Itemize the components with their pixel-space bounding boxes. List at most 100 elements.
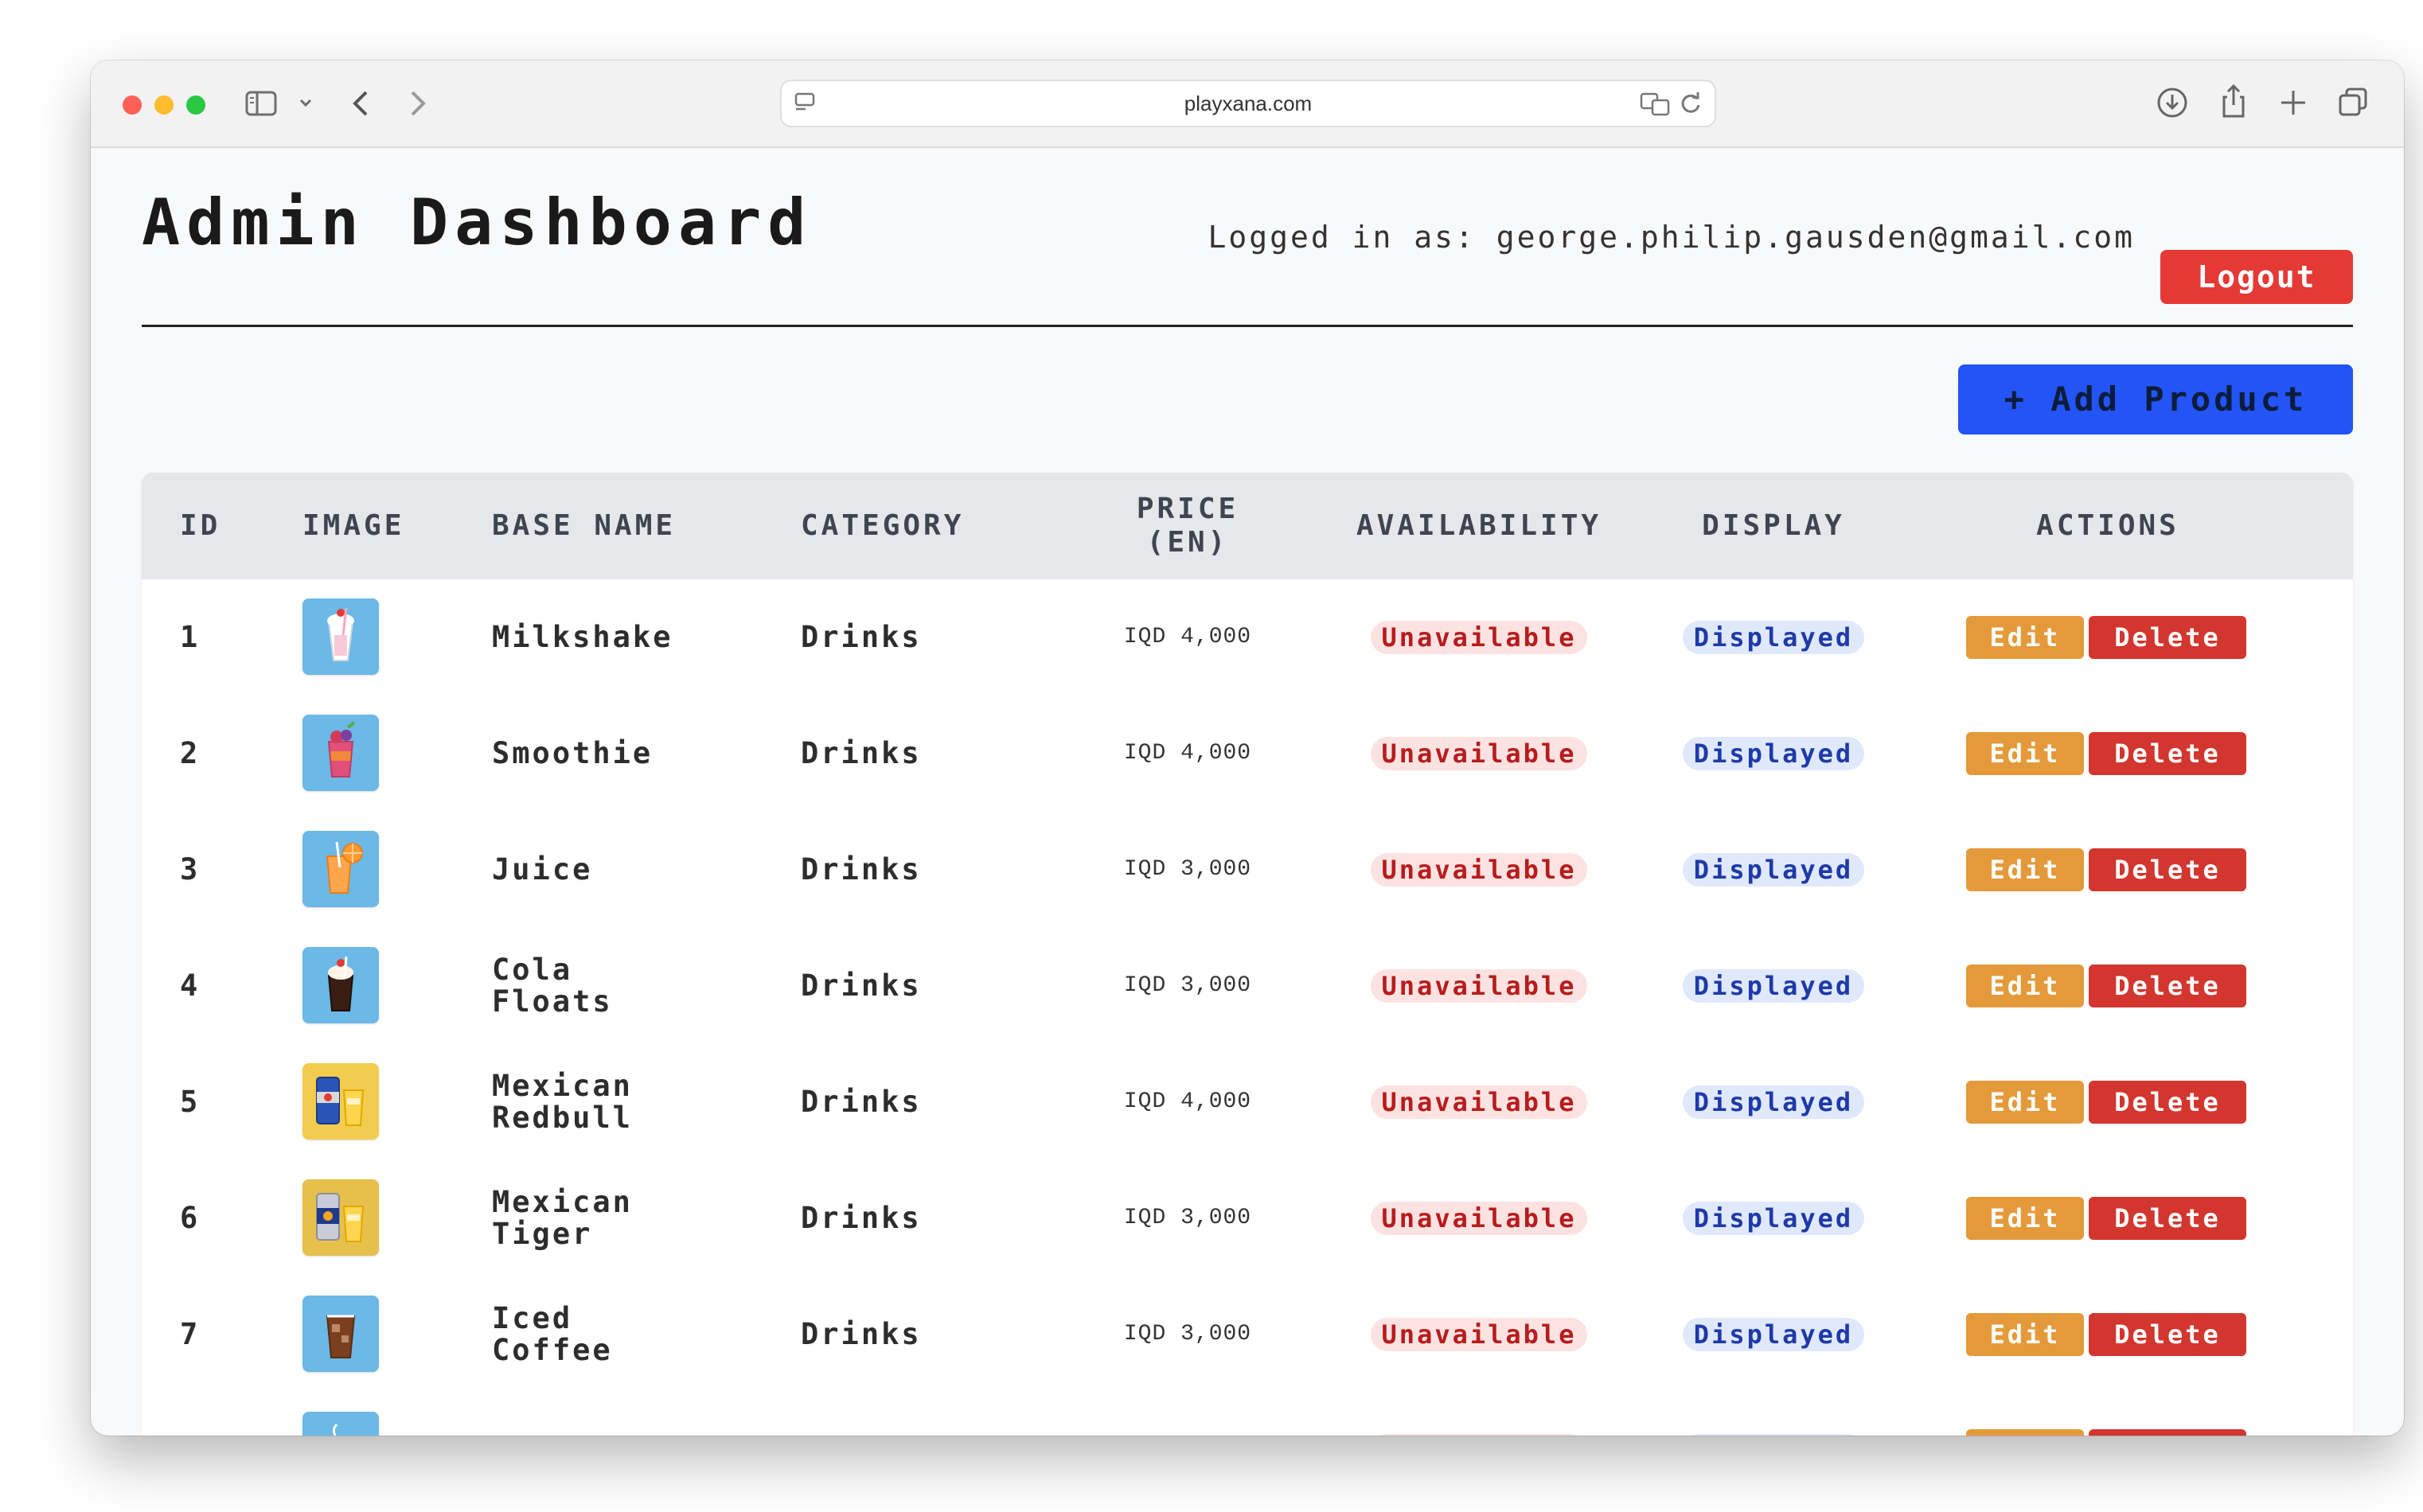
display-badge[interactable]: Displayed	[1682, 1202, 1865, 1235]
price-value: IQD 3,000	[1123, 1322, 1252, 1346]
product-image[interactable]	[302, 1063, 379, 1140]
price-value: IQD 3,000	[1123, 857, 1252, 882]
column-header-availability[interactable]: AVAILABILITY	[1328, 473, 1630, 579]
product-name-line: Tiger	[492, 1217, 593, 1251]
column-header-category[interactable]: CATEGORY	[801, 473, 964, 579]
availability-cell: Unavailable	[1328, 812, 1630, 928]
translate-icon[interactable]	[1640, 91, 1672, 116]
delete-button[interactable]: Delete	[2089, 1197, 2246, 1240]
add-product-button[interactable]: + Add Product	[1958, 364, 2353, 435]
display-badge[interactable]: Displayed	[1682, 1434, 1865, 1436]
product-image[interactable]	[302, 1296, 379, 1372]
address-bar[interactable]: playxana.com	[780, 80, 1716, 127]
display-badge[interactable]: Displayed	[1682, 737, 1865, 770]
minimize-window-button[interactable]	[154, 95, 174, 115]
availability-badge[interactable]: Unavailable	[1370, 621, 1588, 654]
product-category: Drinks	[801, 736, 922, 770]
availability-cell: Unavailable	[1328, 1044, 1630, 1160]
tiger-can-icon	[309, 1184, 373, 1251]
price-value: IQD 4,000	[1123, 741, 1252, 766]
url-text[interactable]: playxana.com	[782, 81, 1715, 126]
delete-button[interactable]: Delete	[2089, 1429, 2246, 1436]
close-window-button[interactable]	[123, 95, 142, 115]
header-divider	[142, 325, 2353, 327]
availability-badge[interactable]: Unavailable	[1370, 969, 1588, 1003]
edit-button[interactable]: Edit	[1966, 1081, 2084, 1124]
display-badge[interactable]: Displayed	[1682, 621, 1865, 654]
row-id: 8	[180, 1393, 200, 1436]
delete-button[interactable]: Delete	[2089, 964, 2246, 1007]
availability-badge[interactable]: Unavailable	[1370, 1318, 1588, 1351]
availability-badge[interactable]: Unavailable	[1370, 737, 1588, 770]
table-row[interactable]: 3 Juice Drinks IQD 3,000 Unavailable Displaye…	[142, 812, 2353, 929]
table-row[interactable]: 7 Iced Coffee Drinks IQD 3,000 Unavailable Dis…	[142, 1276, 2353, 1394]
product-name-line: Mexican	[492, 1069, 633, 1103]
delete-button[interactable]: Delete	[2089, 732, 2246, 775]
availability-badge[interactable]: Unavailable	[1370, 1202, 1588, 1235]
table-row[interactable]: 6 Mexican Tiger Drinks IQD 3,000 Unavailable D…	[142, 1160, 2353, 1278]
edit-button[interactable]: Edit	[1966, 1197, 2084, 1240]
energy-drink-can-icon	[309, 1068, 373, 1135]
edit-button[interactable]: Edit	[1966, 616, 2084, 659]
table-row[interactable]: 1 Milkshake Drinks IQD 4,000 Unavailable Disp…	[142, 579, 2353, 697]
new-tab-icon[interactable]	[2278, 88, 2308, 118]
product-image[interactable]	[302, 947, 379, 1023]
delete-button[interactable]: Delete	[2089, 848, 2246, 891]
sidebar-toggle-icon[interactable]	[245, 91, 277, 116]
display-badge[interactable]: Displayed	[1682, 853, 1865, 887]
product-image[interactable]	[302, 1412, 379, 1436]
display-badge[interactable]: Displayed	[1682, 1318, 1865, 1351]
back-icon[interactable]	[349, 88, 373, 119]
zoom-window-button[interactable]	[186, 95, 205, 115]
product-image[interactable]	[302, 1179, 379, 1256]
product-base-name: Mexican Tiger	[492, 1160, 633, 1276]
product-base-name: Mexican Redbull	[492, 1044, 633, 1160]
column-header-image[interactable]: IMAGE	[302, 473, 404, 579]
display-badge[interactable]: Displayed	[1682, 1085, 1865, 1119]
price-value: IQD 4,000	[1123, 625, 1252, 649]
display-cell: Displayed	[1654, 928, 1893, 1044]
juice-icon	[313, 836, 369, 902]
column-header-price[interactable]: PRICE (EN)	[1108, 473, 1267, 579]
column-header-id[interactable]: ID	[180, 473, 220, 579]
forward-icon[interactable]	[406, 88, 430, 119]
availability-badge[interactable]: Unavailable	[1370, 1085, 1588, 1119]
downloads-icon[interactable]	[2156, 86, 2189, 119]
column-header-display[interactable]: DISPLAY	[1654, 473, 1893, 579]
product-category: Drinks	[801, 1201, 922, 1235]
tab-overview-icon[interactable]	[2337, 86, 2369, 118]
availability-badge[interactable]: Unavailable	[1370, 853, 1588, 887]
delete-button[interactable]: Delete	[2089, 1081, 2246, 1124]
table-row[interactable]: 4 Cola Floats Drinks IQD 3,000 Unavailable Dis…	[142, 928, 2353, 1046]
display-badge[interactable]: Displayed	[1682, 969, 1865, 1003]
product-price: IQD 4,000	[1108, 696, 1267, 812]
edit-button[interactable]: Edit	[1966, 964, 2084, 1007]
edit-button[interactable]: Edit	[1966, 732, 2084, 775]
product-image[interactable]	[302, 598, 379, 675]
column-header-price-line1: PRICE	[1136, 493, 1239, 525]
milkshake-icon	[313, 603, 369, 670]
table-row[interactable]: 8 Coffee Drinks IQD 3,000 Unavailable Display…	[142, 1393, 2353, 1436]
table-row[interactable]: 5 Mexican Redbull Drinks IQD 4,000 Unavailabl…	[142, 1044, 2353, 1162]
share-icon[interactable]	[2218, 83, 2249, 119]
product-price: IQD 3,000	[1108, 812, 1267, 928]
edit-button[interactable]: Edit	[1966, 1313, 2084, 1356]
delete-button[interactable]: Delete	[2089, 1313, 2246, 1356]
column-header-base-name[interactable]: BASE NAME	[492, 473, 676, 579]
availability-cell: Unavailable	[1328, 696, 1630, 812]
price-value: IQD 3,000	[1123, 973, 1252, 998]
product-base-name: Coffee	[492, 1393, 613, 1436]
logout-button[interactable]: Logout	[2160, 250, 2353, 304]
chevron-down-icon[interactable]	[298, 97, 314, 110]
coffee-cup-icon	[313, 1417, 369, 1436]
availability-badge[interactable]: Unavailable	[1370, 1434, 1588, 1436]
product-base-name: Iced Coffee	[492, 1276, 613, 1393]
edit-button[interactable]: Edit	[1966, 1429, 2084, 1436]
edit-button[interactable]: Edit	[1966, 848, 2084, 891]
display-cell: Displayed	[1654, 812, 1893, 928]
delete-button[interactable]: Delete	[2089, 616, 2246, 659]
table-row[interactable]: 2 Smoothie Drinks IQD 4,000 Unavailable Displ…	[142, 696, 2353, 813]
product-image[interactable]	[302, 715, 379, 791]
product-image[interactable]	[302, 831, 379, 907]
reload-icon[interactable]	[1678, 91, 1703, 116]
